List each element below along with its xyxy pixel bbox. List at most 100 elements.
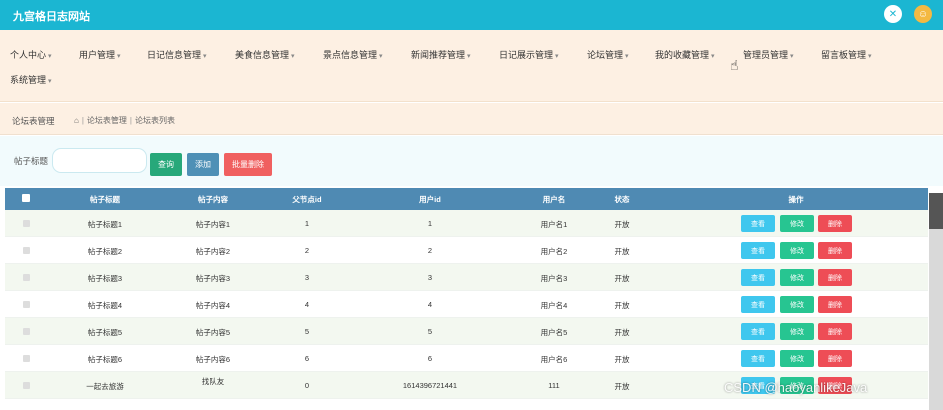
cell-post-content: 帖子内容6 (195, 355, 231, 364)
cell-post-title: 帖子标题2 (87, 247, 123, 256)
post-title-search-input[interactable] (52, 148, 147, 173)
table-row: 帖子标题4 帖子内容4 4 4 用户名4 开放 查看 修改 删除 (5, 291, 928, 318)
cell-parent-id: 2 (304, 246, 310, 255)
row-checkbox[interactable] (23, 274, 30, 281)
row-checkbox[interactable] (23, 328, 30, 335)
page-section-title: 论坛表管理 (12, 116, 55, 126)
search-area: 帖子标题 (0, 136, 943, 186)
chevron-down-icon: ▾ (790, 53, 794, 60)
column-header-parent-id[interactable]: 父节点id (292, 194, 321, 205)
menu-item-personal-center[interactable]: 个人中心 ▾ (10, 48, 52, 61)
view-button[interactable]: 查看 (741, 323, 775, 340)
chevron-down-icon: ▾ (379, 53, 383, 60)
edit-button[interactable]: 修改 (780, 215, 814, 232)
cell-post-title: 帖子标题1 (87, 220, 123, 229)
scrollbar-track[interactable] (929, 229, 943, 410)
breadcrumb-current: 论坛表列表 (135, 116, 175, 125)
menu-item-user-management[interactable]: 用户管理 ▾ (79, 48, 121, 61)
menu-item-food-info-management[interactable]: 美食信息管理 ▾ (235, 48, 295, 61)
breadcrumb-bar: 论坛表管理 ⌂ | 论坛表管理 | 论坛表列表 (0, 103, 943, 135)
cell-username: 用户名5 (540, 328, 568, 337)
menu-item-diary-display-management[interactable]: 日记展示管理 ▾ (499, 48, 559, 61)
menu-item-system-management[interactable]: 系统管理 ▾ (10, 73, 52, 86)
breadcrumb-link-forum-management[interactable]: 论坛表管理 (87, 116, 127, 125)
cell-user-id: 2 (427, 246, 433, 255)
column-header-post-title[interactable]: 帖子标题 (90, 194, 120, 205)
delete-button[interactable]: 删除 (818, 323, 852, 340)
row-checkbox[interactable] (23, 382, 30, 389)
cell-post-content: 帖子内容4 (195, 301, 231, 310)
cell-status: 开放 (614, 247, 630, 256)
menu-item-my-favorites-management[interactable]: 我的收藏管理 ▾ (655, 48, 715, 61)
menu-item-scenic-info-management[interactable]: 景点信息管理 ▾ (323, 48, 383, 61)
view-button[interactable]: 查看 (741, 269, 775, 286)
cell-user-id: 6 (427, 354, 433, 363)
breadcrumb: ⌂ | 论坛表管理 | 论坛表列表 (74, 116, 175, 125)
menu-item-diary-info-management[interactable]: 日记信息管理 ▾ (147, 48, 207, 61)
column-header-user-id[interactable]: 用户id (419, 194, 441, 205)
edit-button[interactable]: 修改 (780, 296, 814, 313)
column-header-status[interactable]: 状态 (615, 194, 630, 205)
cell-status: 开放 (614, 274, 630, 283)
delete-button[interactable]: 删除 (818, 242, 852, 259)
table-row: 帖子标题6 帖子内容6 6 6 用户名6 开放 查看 修改 删除 (5, 345, 928, 372)
search-button[interactable]: 查询 (150, 153, 182, 176)
cell-post-content: 帖子内容3 (195, 274, 231, 283)
app-title: 九宫格日志网站 (13, 11, 90, 23)
mouse-pointer-icon: ☝ (730, 57, 739, 73)
cell-username: 111 (548, 381, 560, 390)
cell-status: 开放 (614, 355, 630, 364)
column-header-username[interactable]: 用户名 (543, 194, 566, 205)
cell-post-content: 帖子内容5 (195, 328, 231, 337)
chevron-down-icon: ▾ (625, 53, 629, 60)
chevron-down-icon: ▾ (48, 53, 52, 60)
user-avatar-icon[interactable]: ☺ (914, 5, 932, 23)
column-header-actions: 操作 (788, 195, 804, 204)
chevron-down-icon: ▾ (711, 53, 715, 60)
menu-item-message-board-management[interactable]: 留言板管理 ▾ (821, 48, 872, 61)
menu-item-forum-management[interactable]: 论坛管理 ▾ (587, 48, 629, 61)
cell-parent-id: 4 (304, 300, 310, 309)
select-all-checkbox[interactable] (22, 194, 30, 202)
batch-delete-button[interactable]: 批量删除 (224, 153, 272, 176)
cell-post-content: 帖子内容1 (195, 220, 231, 229)
cell-post-content: 帖子内容2 (195, 247, 231, 256)
chevron-down-icon: ▾ (467, 53, 471, 60)
scrollbar-thumb[interactable] (929, 193, 943, 229)
view-button[interactable]: 查看 (741, 215, 775, 232)
delete-button[interactable]: 删除 (818, 215, 852, 232)
view-button[interactable]: 查看 (741, 350, 775, 367)
row-checkbox[interactable] (23, 220, 30, 227)
edit-button[interactable]: 修改 (780, 323, 814, 340)
edit-button[interactable]: 修改 (780, 269, 814, 286)
delete-button[interactable]: 删除 (818, 350, 852, 367)
cell-user-id: 3 (427, 273, 433, 282)
home-icon[interactable]: ⌂ (74, 116, 79, 125)
menu-item-admin-management[interactable]: 管理员管理 ▾ (743, 48, 794, 61)
cell-username: 用户名6 (540, 355, 568, 364)
cell-parent-id: 0 (304, 381, 310, 390)
edit-button[interactable]: 修改 (780, 350, 814, 367)
view-button[interactable]: 查看 (741, 296, 775, 313)
table-row: 帖子标题1 帖子内容1 1 1 用户名1 开放 查看 修改 删除 (5, 210, 928, 237)
view-button[interactable]: 查看 (741, 242, 775, 259)
search-label: 帖子标题 (14, 156, 49, 166)
add-button[interactable]: 添加 (187, 153, 219, 176)
menu-item-news-recommend-management[interactable]: 新闻推荐管理 ▾ (411, 48, 471, 61)
cell-post-content: 找队友 (201, 377, 225, 386)
cell-status: 开放 (614, 328, 630, 337)
delete-button[interactable]: 删除 (818, 296, 852, 313)
fullscreen-icon[interactable]: ✕ (884, 5, 902, 23)
row-checkbox[interactable] (23, 301, 30, 308)
column-header-post-content[interactable]: 帖子内容 (198, 194, 228, 205)
cell-user-id: 4 (427, 300, 433, 309)
main-menu: 个人中心 ▾ 用户管理 ▾ 日记信息管理 ▾ 美食信息管理 ▾ 景点信息管理 ▾ 新闻推荐… (0, 30, 943, 102)
delete-button[interactable]: 删除 (818, 269, 852, 286)
row-checkbox[interactable] (23, 247, 30, 254)
row-checkbox[interactable] (23, 355, 30, 362)
cell-post-title: 帖子标题6 (87, 355, 123, 364)
chevron-down-icon: ▾ (203, 53, 207, 60)
edit-button[interactable]: 修改 (780, 242, 814, 259)
table-header: 帖子标题 帖子内容 父节点id 用户id 用户名 状态 操作 (5, 188, 928, 210)
top-bar: 九宫格日志网站 ✕ ☺ (0, 0, 943, 30)
